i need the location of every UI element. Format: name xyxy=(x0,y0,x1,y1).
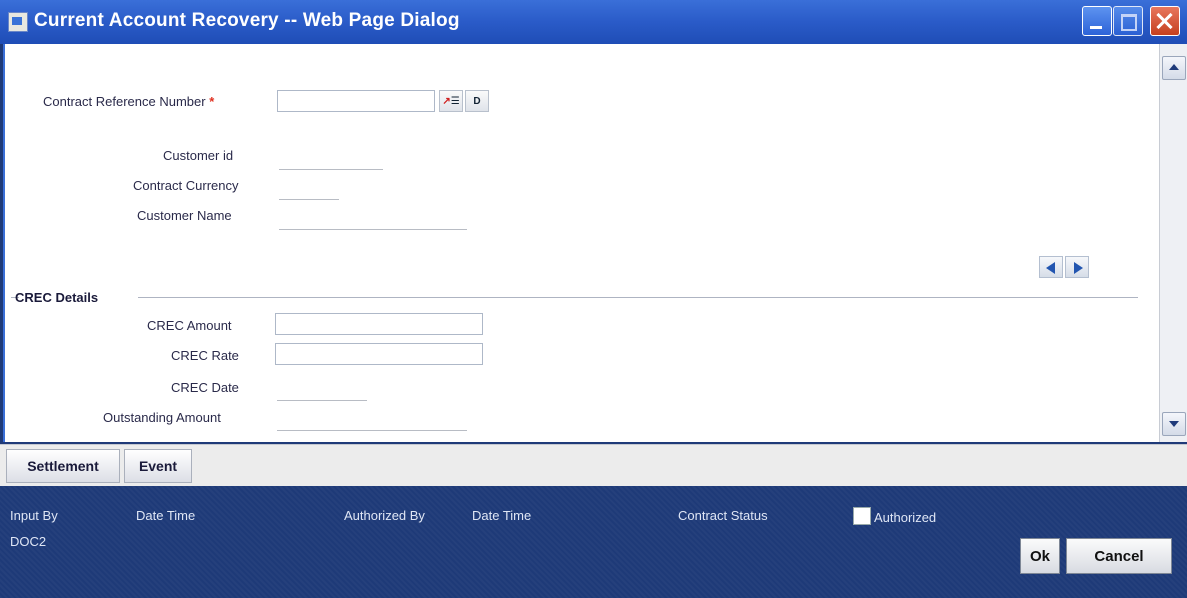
crec-details-title: CREC Details xyxy=(15,290,99,305)
close-button[interactable] xyxy=(1150,6,1180,36)
contract-status-label: Contract Status xyxy=(678,508,768,523)
audit-footer: Input By DOC2 Date Time Authorized By Da… xyxy=(0,486,1187,598)
title-bar[interactable]: Current Account Recovery -- Web Page Dia… xyxy=(0,0,1187,44)
customer-id-value xyxy=(279,168,383,170)
authorized-checkbox[interactable] xyxy=(853,507,871,525)
minimize-button[interactable] xyxy=(1082,6,1112,36)
ie-window-icon xyxy=(8,12,28,32)
tab-event[interactable]: Event xyxy=(124,449,192,483)
crec-amount-input[interactable] xyxy=(275,313,483,335)
previous-arrow-icon[interactable] xyxy=(1039,256,1063,278)
list-of-values-icon[interactable]: ↗ ☰ xyxy=(439,90,463,112)
customer-name-label: Customer Name xyxy=(137,208,232,223)
contract-currency-label: Contract Currency xyxy=(133,178,239,193)
tab-bar: Settlement Event xyxy=(0,444,1187,487)
section-divider xyxy=(138,297,1138,298)
next-arrow-icon[interactable] xyxy=(1065,256,1089,278)
crec-amount-label: CREC Amount xyxy=(147,318,232,333)
input-by-label: Input By xyxy=(10,508,58,523)
authorized-label: Authorized xyxy=(874,510,937,525)
scroll-down-icon[interactable] xyxy=(1162,412,1186,436)
maximize-button[interactable] xyxy=(1113,6,1143,36)
ok-button[interactable]: Ok xyxy=(1020,538,1060,574)
crec-rate-label: CREC Rate xyxy=(171,348,239,363)
dialog-window: Current Account Recovery -- Web Page Dia… xyxy=(0,0,1187,598)
window-title: Current Account Recovery -- Web Page Dia… xyxy=(34,10,460,31)
outstanding-amount-value xyxy=(277,429,467,431)
tab-settlement[interactable]: Settlement xyxy=(6,449,120,483)
date-time-label-2: Date Time xyxy=(472,508,532,523)
required-marker: * xyxy=(209,94,215,109)
outstanding-amount-label: Outstanding Amount xyxy=(103,410,221,425)
form-content: Contract Reference Number * ↗ ☰ D Custome… xyxy=(3,44,1159,442)
contract-currency-value xyxy=(279,198,339,200)
crec-date-label: CREC Date xyxy=(171,380,239,395)
contract-ref-input[interactable] xyxy=(277,90,435,112)
date-time-label-1: Date Time xyxy=(136,508,196,523)
cancel-button[interactable]: Cancel xyxy=(1066,538,1172,574)
crec-rate-input[interactable] xyxy=(275,343,483,365)
input-by-value: DOC2 xyxy=(10,534,47,549)
customer-id-label: Customer id xyxy=(163,148,234,163)
customer-name-value xyxy=(279,228,467,230)
d-button-icon[interactable]: D xyxy=(465,90,489,112)
crec-date-value xyxy=(277,399,367,401)
vertical-scrollbar[interactable] xyxy=(1159,44,1187,442)
authorized-by-label: Authorized By xyxy=(344,508,425,523)
contract-ref-label: Contract Reference Number * xyxy=(43,94,215,109)
scroll-up-icon[interactable] xyxy=(1162,56,1186,80)
